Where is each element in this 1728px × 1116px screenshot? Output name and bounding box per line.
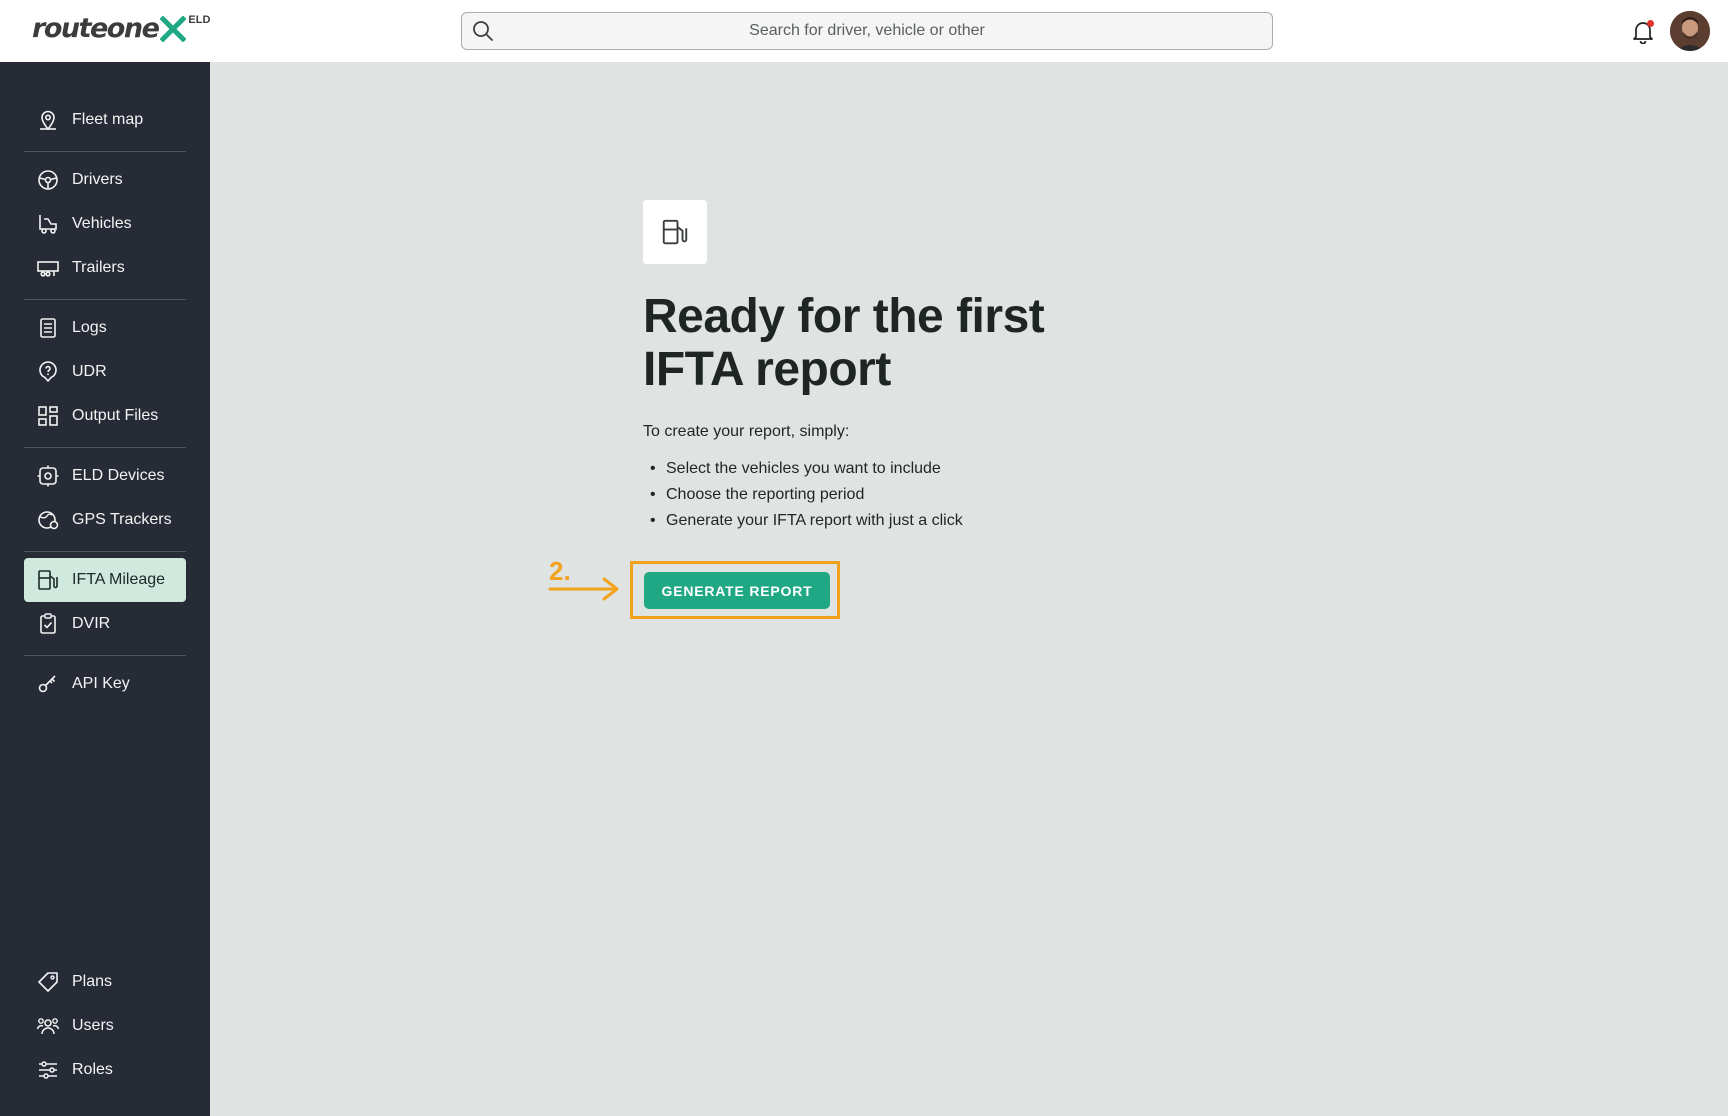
search-bar[interactable]	[461, 12, 1273, 50]
location-pin-icon	[40, 110, 56, 131]
page-title: Ready for the first IFTA report	[643, 290, 1203, 396]
sidebar-item-label: Vehicles	[72, 215, 132, 232]
ifta-illustration	[643, 200, 707, 264]
page-title-line-1: Ready for the first	[643, 290, 1045, 343]
sidebar-item-label: Drivers	[72, 171, 123, 188]
notification-dot	[1647, 20, 1654, 27]
list-item: Generate your IFTA report with just a cl…	[650, 508, 963, 534]
sidebar-divider	[24, 447, 186, 448]
sidebar-item-label: Logs	[72, 319, 107, 336]
sidebar-item-roles[interactable]: Roles	[24, 1048, 186, 1092]
sidebar-divider	[24, 551, 186, 552]
logo-mark-icon	[160, 16, 187, 42]
list-item: Choose the reporting period	[650, 482, 963, 508]
sidebar-item-label: Users	[72, 1017, 114, 1034]
sidebar-item-label: Trailers	[72, 259, 125, 276]
logo-eld-badge: ELD	[188, 14, 211, 26]
sidebar-item-trailers[interactable]: Trailers	[24, 246, 186, 290]
sidebar-divider	[24, 655, 186, 656]
grid-files-icon	[38, 406, 58, 426]
steps-list: Select the vehicles you want to include …	[650, 456, 963, 534]
sidebar-item-fleet-map[interactable]: Fleet map	[24, 98, 186, 142]
sidebar-divider	[24, 299, 186, 300]
sidebar-item-vehicles[interactable]: Vehicles	[24, 202, 186, 246]
intro-text: To create your report, simply:	[643, 423, 850, 440]
sidebar-item-dvir[interactable]: DVIR	[24, 602, 186, 646]
sidebar-item-label: UDR	[72, 363, 107, 380]
clipboard-list-icon	[40, 318, 56, 338]
search-input[interactable]	[462, 13, 1272, 49]
sidebar-item-label: Plans	[72, 973, 113, 990]
tag-icon	[38, 972, 58, 992]
routeone-logo[interactable]: routeone ELD	[32, 14, 210, 44]
list-item: Select the vehicles you want to include	[650, 456, 963, 482]
sidebar-item-label: GPS Trackers	[72, 511, 172, 528]
clipboard-check-icon	[40, 613, 56, 634]
sidebar-item-label: Fleet map	[72, 111, 144, 128]
sidebar: Fleet map Drivers Vehicles Trailers Logs…	[0, 62, 210, 1116]
key-icon	[38, 675, 56, 693]
sidebar-item-udr[interactable]: UDR	[24, 350, 186, 394]
sidebar-item-label: IFTA Mileage	[72, 571, 166, 588]
sidebar-item-eld-devices[interactable]: ELD Devices	[24, 454, 186, 498]
sidebar-item-ifta-mileage[interactable]: IFTA Mileage	[24, 558, 186, 602]
fuel-pump-icon	[662, 219, 688, 245]
users-icon	[36, 1018, 60, 1035]
truck-icon	[39, 215, 57, 234]
fuel-pump-icon	[38, 570, 58, 590]
sidebar-item-label: DVIR	[72, 615, 111, 632]
sidebar-item-output-files[interactable]: Output Files	[24, 394, 186, 438]
generate-report-button[interactable]: GENERATE REPORT	[644, 572, 830, 609]
avatar-photo-icon	[1670, 11, 1710, 51]
sidebar-item-label: ELD Devices	[72, 467, 165, 484]
trailer-icon	[37, 261, 59, 277]
top-header: routeone ELD	[0, 0, 1728, 62]
sidebar-divider	[24, 151, 186, 152]
page-title-line-2: IFTA report	[643, 343, 891, 396]
sidebar-item-users[interactable]: Users	[24, 1004, 186, 1048]
sidebar-item-drivers[interactable]: Drivers	[24, 158, 186, 202]
sidebar-item-plans[interactable]: Plans	[24, 960, 186, 1004]
logo-text: routeone	[32, 13, 160, 44]
question-pin-icon	[39, 361, 57, 382]
sliders-icon	[39, 1061, 57, 1079]
globe-tracker-icon	[38, 511, 59, 530]
sidebar-item-gps-trackers[interactable]: GPS Trackers	[24, 498, 186, 542]
sidebar-item-api-key[interactable]: API Key	[24, 662, 186, 706]
user-avatar[interactable]	[1670, 11, 1710, 51]
sidebar-item-logs[interactable]: Logs	[24, 306, 186, 350]
sidebar-item-label: Roles	[72, 1061, 113, 1078]
device-gear-icon	[37, 465, 59, 487]
annotation-arrow-icon	[548, 577, 619, 601]
sidebar-item-label: Output Files	[72, 407, 159, 424]
sidebar-item-label: API Key	[72, 675, 130, 692]
steering-wheel-icon	[38, 170, 58, 190]
